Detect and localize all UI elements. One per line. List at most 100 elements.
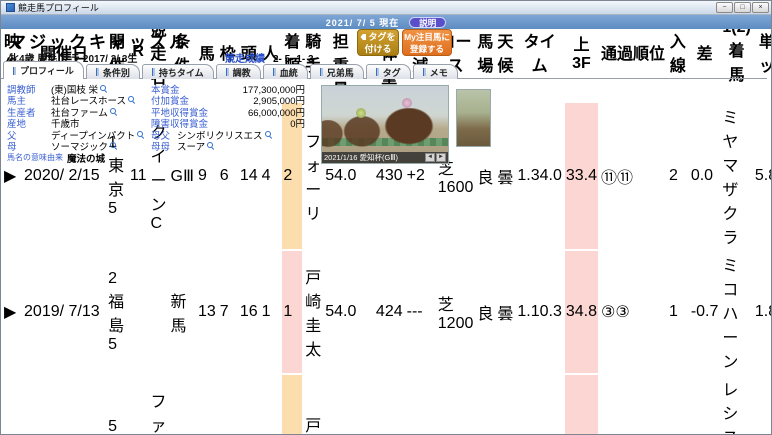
cell-nin: 1 xyxy=(261,303,271,320)
tab-icon xyxy=(319,68,323,76)
photo-caption-bar: 2021/1/16 愛知杯(GⅢ) ◄ ► xyxy=(322,152,448,163)
photo-prev-icon[interactable]: ◄ xyxy=(425,153,435,162)
cell-tenko: 曇 xyxy=(497,170,514,187)
cell-winner: レシステンシア xyxy=(722,382,739,434)
cell-cond: 新馬 xyxy=(170,294,187,335)
tab-タグ[interactable]: タグ xyxy=(365,64,411,79)
profile-left-column: 調教師 (東)国枝 栄馬主 社台レースホース 生産者 社台ファーム 産地 千歳市父ディープイ… xyxy=(7,83,145,165)
cell-time: 1.20.9 xyxy=(516,375,562,434)
cell-agari: 33.4 xyxy=(564,103,599,249)
cell-date: 2019/11/ 2 xyxy=(23,375,105,434)
tab-icon xyxy=(13,66,16,75)
maximize-button[interactable]: □ xyxy=(734,2,751,13)
tab-label: 血統 xyxy=(279,67,298,78)
window-title: 競走馬プロフィール xyxy=(18,3,99,13)
cell-jockey: フォーリ xyxy=(305,134,322,223)
tab-血統[interactable]: 血統 xyxy=(262,64,308,79)
tab-icon xyxy=(375,68,379,76)
tab-icon xyxy=(422,68,426,76)
video-icon[interactable]: ▶ xyxy=(4,168,16,185)
photo-thumbnail[interactable] xyxy=(456,89,491,147)
cell-nyusen: 2 xyxy=(669,167,678,184)
current-date-label: 2021/ 7/ 5 現在 xyxy=(325,17,400,28)
cell-b xyxy=(359,251,373,373)
cell-odds: 5.8 xyxy=(754,167,771,184)
search-icon[interactable] xyxy=(110,142,118,150)
profile-right-column: 本賞金 177,300,000円 付加賞金 2,905,000円 平地収得賞金 66,00… xyxy=(151,83,305,154)
help-button[interactable]: 説明 xyxy=(409,16,447,28)
close-button[interactable]: × xyxy=(752,2,769,13)
video-icon[interactable]: ▶ xyxy=(4,304,16,321)
tag-icon xyxy=(360,34,367,40)
app-icon xyxy=(6,3,15,12)
cell-baba: 良 xyxy=(477,306,494,323)
table-row: ▶2019/11/ 25京都111ファンタジーGⅢ1271512戸崎圭太54.0… xyxy=(3,375,771,435)
search-icon[interactable] xyxy=(99,84,108,93)
cell-uma: 13 xyxy=(198,303,216,320)
info-bar: 2021/ 7/ 5 現在 説明 xyxy=(1,15,771,29)
tab-label: メモ xyxy=(429,67,448,78)
cell-time: 1.10.3 xyxy=(517,303,562,320)
cell-waku: 7 xyxy=(219,303,229,320)
cell-taiju: 428 xyxy=(375,375,404,434)
cell-uma: 12 xyxy=(197,375,217,434)
register-watch-button[interactable]: My注目馬に 登録する xyxy=(402,29,452,56)
tab-icon xyxy=(272,68,276,76)
app-window: 競走馬プロフィール − □ × 2021/ 7/ 5 現在 説明 マジックキャッ… xyxy=(0,0,772,435)
cell-kaisai: 5京都1 xyxy=(108,418,117,435)
search-icon[interactable] xyxy=(264,130,273,139)
cell-waku: 7 xyxy=(219,375,237,434)
tab-label: 兄弟馬 xyxy=(326,67,354,78)
cell-kaisai: 2福島5 xyxy=(108,270,125,353)
cell-zogen: -4 xyxy=(406,375,435,434)
cell-course: 芝1200 xyxy=(437,297,474,332)
name-meaning-label: 馬名の意味由来 xyxy=(7,153,63,163)
cell-r: 11 xyxy=(129,375,148,434)
cell-chaku: 1 xyxy=(282,251,303,373)
tab-調教[interactable]: 調教 xyxy=(215,64,261,79)
cell-course: 芝1400 xyxy=(437,375,475,434)
profile-value: スーア xyxy=(177,142,206,154)
cell-baba: 良 xyxy=(476,375,494,434)
tab-label: プロフィール xyxy=(20,66,74,76)
cell-tou: 15 xyxy=(239,375,259,434)
search-icon[interactable] xyxy=(109,107,118,116)
photo-next-icon[interactable]: ► xyxy=(436,153,446,162)
cell-tsuka: ⑪⑪ xyxy=(601,170,634,187)
cell-odds: 1.8 xyxy=(754,303,771,320)
minimize-button[interactable]: − xyxy=(716,2,733,13)
cell-zogen: --- xyxy=(406,303,423,320)
cell-weight: 54.0 xyxy=(324,375,357,434)
tab-プロフィール[interactable]: プロフィール xyxy=(3,61,84,80)
tab-label: 条件別 xyxy=(102,67,130,78)
photo-horse xyxy=(380,108,438,148)
cell-time: 1.34.0 xyxy=(517,167,562,184)
search-icon[interactable] xyxy=(137,130,145,139)
cell-weight: 54.0 xyxy=(325,303,357,320)
profile-label: 母 xyxy=(7,142,17,154)
tab-label: 持ちタイム xyxy=(158,67,204,78)
cell-sa: 0.2 xyxy=(690,375,720,434)
tab-持ちタイム[interactable]: 持ちタイム xyxy=(141,64,214,79)
tab-条件別[interactable]: 条件別 xyxy=(85,64,140,79)
tab-label: タグ xyxy=(382,67,401,78)
cell-sa: 0.0 xyxy=(690,167,714,184)
profile-row: 母母 スーア xyxy=(151,141,305,153)
cell-agari: 34.8 xyxy=(564,251,599,373)
cell-tenko: 晴 xyxy=(496,375,514,434)
tab-icon xyxy=(225,68,229,76)
tab-メモ[interactable]: メモ xyxy=(412,64,458,79)
cell-tenko: 曇 xyxy=(497,306,514,323)
title-bar: 競走馬プロフィール − □ × xyxy=(1,1,771,15)
cell-nyusen: 1 xyxy=(669,303,678,320)
search-icon[interactable] xyxy=(128,96,136,104)
add-tag-button[interactable]: タグを 付ける xyxy=(357,29,399,56)
photo-horse xyxy=(322,120,346,150)
cell-race xyxy=(150,251,168,373)
search-icon[interactable] xyxy=(207,142,215,150)
cell-agari: 34.6 xyxy=(564,375,599,434)
photo-caption: 2021/1/16 愛知杯(GⅢ) xyxy=(324,153,398,162)
cell-winner: ミヤマザクラ xyxy=(722,110,739,247)
tab-兄弟馬[interactable]: 兄弟馬 xyxy=(309,64,364,79)
cell-video: ▶ xyxy=(3,375,21,434)
